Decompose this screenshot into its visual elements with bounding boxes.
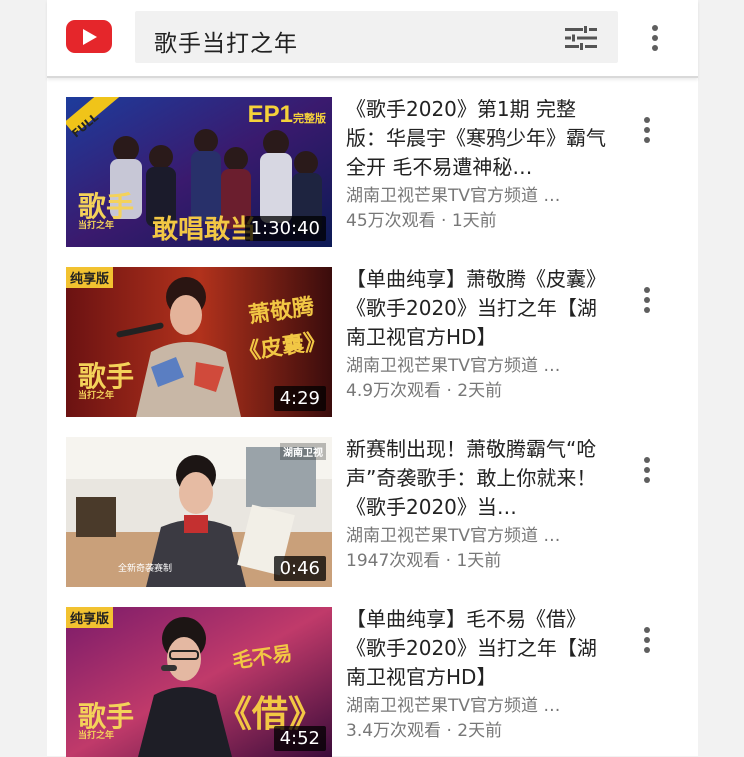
thumb-show-logo: 歌手 当打之年 bbox=[78, 190, 135, 232]
search-box[interactable]: 歌手当打之年 bbox=[135, 11, 618, 63]
thumb-show-title: 歌手 bbox=[78, 700, 135, 733]
more-vert-icon[interactable] bbox=[635, 114, 659, 146]
video-item[interactable]: 纯享版 萧敬腾 《皮囊》 歌手 当打之年 4:29 【单曲纯享】萧敬腾《皮囊》《… bbox=[47, 267, 698, 417]
video-title[interactable]: 新赛制出现！萧敬腾霸气“呛声”奇袭歌手：敢上你就来！《歌手2020》当… bbox=[346, 435, 608, 522]
youtube-logo-icon[interactable] bbox=[66, 20, 112, 53]
channel-name[interactable]: 湖南卫视芒果TV官方频道 … bbox=[346, 354, 608, 379]
video-stats: 4.9万次观看 · 2天前 bbox=[346, 381, 503, 401]
search-query-text[interactable]: 歌手当打之年 bbox=[154, 24, 298, 58]
thumb-caption: 全新奇袭赛制 bbox=[118, 564, 173, 574]
video-duration: 0:46 bbox=[273, 556, 326, 581]
video-info[interactable]: 【单曲纯享】萧敬腾《皮囊》《歌手2020》当打之年【湖南卫视官方HD】 湖南卫视… bbox=[346, 265, 608, 404]
channel-name[interactable]: 湖南卫视芒果TV官方频道 … bbox=[346, 184, 608, 209]
thumb-show-title: 歌手 bbox=[78, 360, 135, 393]
video-thumbnail[interactable]: 纯享版 萧敬腾 《皮囊》 歌手 当打之年 4:29 bbox=[66, 267, 332, 417]
thumb-show-title: 歌手 bbox=[78, 190, 135, 223]
video-info[interactable]: 《歌手2020》第1期 完整版：华晨宇《寒鸦少年》霸气全开 毛不易遭神秘… 湖南… bbox=[346, 95, 608, 234]
more-vert-icon[interactable] bbox=[643, 22, 667, 54]
top-app-bar: 歌手当打之年 bbox=[47, 0, 698, 78]
thumb-episode-label: EP1完整版 bbox=[248, 101, 326, 129]
play-triangle-icon bbox=[83, 29, 97, 45]
video-title[interactable]: 《歌手2020》第1期 完整版：华晨宇《寒鸦少年》霸气全开 毛不易遭神秘… bbox=[346, 95, 608, 182]
more-vert-icon[interactable] bbox=[635, 454, 659, 486]
video-title[interactable]: 【单曲纯享】毛不易《借》《歌手2020》当打之年【湖南卫视官方HD】 bbox=[346, 605, 608, 692]
thumb-badge: 纯享版 bbox=[66, 607, 114, 628]
thumb-caption: 敢唱敢当 bbox=[152, 215, 257, 245]
video-duration: 4:29 bbox=[273, 386, 326, 411]
thumb-episode: EP1 bbox=[247, 101, 293, 128]
video-item[interactable]: 湖南卫视 全新奇袭赛制 0:46 新赛制出现！萧敬腾霸气“呛声”奇袭歌手：敢上你… bbox=[47, 437, 698, 587]
thumb-badge: 纯享版 bbox=[66, 267, 114, 288]
video-item[interactable]: 纯享版 毛不易 《借》 歌手 当打之年 4:52 【单曲纯享】毛不易《借》《歌手… bbox=[47, 607, 698, 757]
tune-icon[interactable] bbox=[565, 26, 597, 50]
video-stats: 45万次观看 · 1天前 bbox=[346, 211, 497, 231]
channel-name[interactable]: 湖南卫视芒果TV官方频道 … bbox=[346, 694, 608, 719]
results-page: 歌手当打之年 FULL EP1完整版 歌手 当打之年 敢唱敢当 1:30:40 … bbox=[47, 0, 698, 757]
video-thumbnail[interactable]: 纯享版 毛不易 《借》 歌手 当打之年 4:52 bbox=[66, 607, 332, 757]
thumb-show-logo: 歌手 当打之年 bbox=[78, 360, 135, 402]
video-duration: 4:52 bbox=[273, 726, 326, 751]
video-info[interactable]: 新赛制出现！萧敬腾霸气“呛声”奇袭歌手：敢上你就来！《歌手2020》当… 湖南卫… bbox=[346, 435, 608, 574]
video-item[interactable]: FULL EP1完整版 歌手 当打之年 敢唱敢当 1:30:40 《歌手2020… bbox=[47, 97, 698, 247]
channel-name[interactable]: 湖南卫视芒果TV官方频道 … bbox=[346, 524, 608, 549]
video-thumbnail[interactable]: 湖南卫视 全新奇袭赛制 0:46 bbox=[66, 437, 332, 587]
video-stats: 3.4万次观看 · 2天前 bbox=[346, 721, 503, 741]
more-vert-icon[interactable] bbox=[635, 624, 659, 656]
thumb-channel-logo: 湖南卫视 bbox=[280, 443, 326, 460]
thumb-show-logo: 歌手 当打之年 bbox=[78, 700, 135, 742]
video-info[interactable]: 【单曲纯享】毛不易《借》《歌手2020》当打之年【湖南卫视官方HD】 湖南卫视芒… bbox=[346, 605, 608, 744]
thumb-episode-sub: 完整版 bbox=[293, 113, 326, 125]
video-duration: 1:30:40 bbox=[244, 216, 326, 241]
video-stats: 1947次观看 · 1天前 bbox=[346, 551, 502, 571]
video-thumbnail[interactable]: FULL EP1完整版 歌手 当打之年 敢唱敢当 1:30:40 bbox=[66, 97, 332, 247]
video-title[interactable]: 【单曲纯享】萧敬腾《皮囊》《歌手2020》当打之年【湖南卫视官方HD】 bbox=[346, 265, 608, 352]
more-vert-icon[interactable] bbox=[635, 284, 659, 316]
